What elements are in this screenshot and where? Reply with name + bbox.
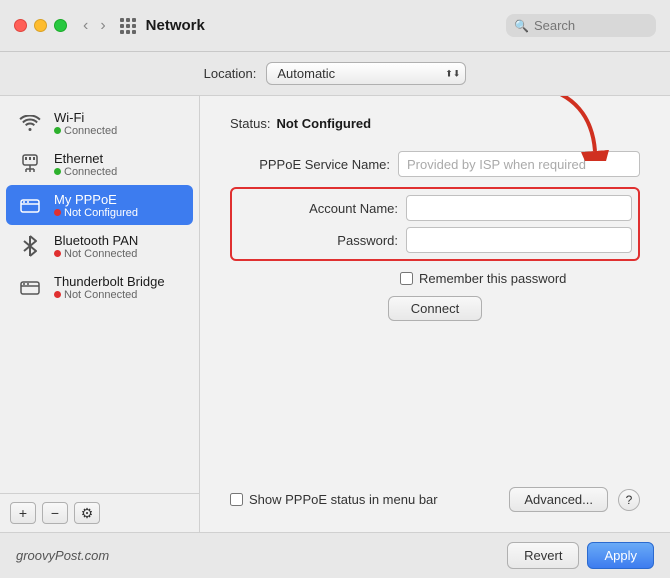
sidebar: Wi-Fi Connected bbox=[0, 96, 200, 532]
sidebar-footer: + − ⚙ bbox=[0, 493, 199, 532]
search-bar[interactable]: 🔍 bbox=[506, 14, 656, 37]
ethernet-text: Ethernet Connected bbox=[54, 151, 117, 178]
wifi-name: Wi-Fi bbox=[54, 110, 117, 125]
detail-panel: Status: Not Configured PPPoE Service Nam… bbox=[200, 96, 670, 532]
thunderbolt-icon bbox=[16, 273, 44, 301]
password-input[interactable] bbox=[406, 227, 632, 253]
sidebar-item-pppoe[interactable]: My PPPoE Not Configured bbox=[6, 185, 193, 225]
thunderbolt-status-dot bbox=[54, 291, 61, 298]
location-bar: Location: Automatic Edit Locations... bbox=[0, 52, 670, 96]
bottom-row: Show PPPoE status in menu bar Advanced..… bbox=[230, 487, 640, 512]
show-pppoe-label: Show PPPoE status in menu bar bbox=[249, 492, 438, 507]
sidebar-item-wifi[interactable]: Wi-Fi Connected bbox=[6, 103, 193, 143]
thunderbolt-name: Thunderbolt Bridge bbox=[54, 274, 165, 289]
location-wrapper[interactable]: Automatic Edit Locations... bbox=[266, 62, 466, 85]
ethernet-status-dot bbox=[54, 168, 61, 175]
pppoe-status: Not Configured bbox=[54, 207, 138, 219]
main-content: Wi-Fi Connected bbox=[0, 96, 670, 532]
location-select[interactable]: Automatic Edit Locations... bbox=[266, 62, 466, 85]
connect-button-row: Connect bbox=[230, 296, 640, 321]
pppoe-service-row: PPPoE Service Name: bbox=[230, 151, 640, 177]
wifi-status-dot bbox=[54, 127, 61, 134]
pppoe-text: My PPPoE Not Configured bbox=[54, 192, 138, 219]
location-label: Location: bbox=[204, 66, 257, 81]
sidebar-list: Wi-Fi Connected bbox=[0, 96, 199, 493]
account-name-input[interactable] bbox=[406, 195, 632, 221]
wifi-icon bbox=[16, 109, 44, 137]
remove-network-button[interactable]: − bbox=[42, 502, 68, 524]
pppoe-service-input[interactable] bbox=[398, 151, 640, 177]
window-title: Network bbox=[146, 17, 506, 34]
remember-password-row: Remember this password bbox=[400, 271, 640, 286]
ethernet-status: Connected bbox=[54, 166, 117, 178]
show-pppoe-checkbox[interactable] bbox=[230, 493, 243, 506]
add-network-button[interactable]: + bbox=[10, 502, 36, 524]
thunderbolt-status: Not Connected bbox=[54, 289, 165, 301]
status-label: Status: bbox=[230, 116, 270, 131]
footer: groovyPost.com Revert Apply bbox=[0, 532, 670, 578]
wifi-status: Connected bbox=[54, 125, 117, 137]
show-pppoe-row: Show PPPoE status in menu bar bbox=[230, 492, 499, 507]
traffic-lights bbox=[14, 19, 67, 32]
status-value: Not Configured bbox=[276, 116, 371, 131]
sidebar-item-ethernet[interactable]: Ethernet Connected bbox=[6, 144, 193, 184]
password-row: Password: bbox=[238, 227, 632, 253]
advanced-button[interactable]: Advanced... bbox=[509, 487, 608, 512]
credentials-group: Account Name: Password: bbox=[230, 187, 640, 261]
remember-password-label: Remember this password bbox=[419, 271, 566, 286]
connect-button[interactable]: Connect bbox=[388, 296, 482, 321]
account-name-row: Account Name: bbox=[238, 195, 632, 221]
minimize-button[interactable] bbox=[34, 19, 47, 32]
search-input[interactable] bbox=[534, 18, 648, 33]
thunderbolt-text: Thunderbolt Bridge Not Connected bbox=[54, 274, 165, 301]
bluetooth-pan-status-dot bbox=[54, 250, 61, 257]
maximize-button[interactable] bbox=[54, 19, 67, 32]
ethernet-icon bbox=[16, 150, 44, 178]
titlebar: ‹ › Network 🔍 bbox=[0, 0, 670, 52]
apps-grid-icon[interactable] bbox=[120, 18, 136, 34]
bluetooth-pan-status: Not Connected bbox=[54, 248, 138, 260]
bluetooth-pan-name: Bluetooth PAN bbox=[54, 233, 138, 248]
ethernet-name: Ethernet bbox=[54, 151, 117, 166]
remember-password-checkbox[interactable] bbox=[400, 272, 413, 285]
bluetooth-pan-text: Bluetooth PAN Not Connected bbox=[54, 233, 138, 260]
settings-network-button[interactable]: ⚙ bbox=[74, 502, 100, 524]
wifi-text: Wi-Fi Connected bbox=[54, 110, 117, 137]
nav-arrows: ‹ › bbox=[79, 16, 110, 36]
search-icon: 🔍 bbox=[514, 19, 529, 33]
apply-button[interactable]: Apply bbox=[587, 542, 654, 569]
forward-button[interactable]: › bbox=[96, 16, 109, 36]
pppoe-service-container: PPPoE Service Name: bbox=[230, 151, 640, 187]
pppoe-service-label: PPPoE Service Name: bbox=[230, 157, 390, 172]
close-button[interactable] bbox=[14, 19, 27, 32]
password-label: Password: bbox=[238, 233, 398, 248]
revert-button[interactable]: Revert bbox=[507, 542, 579, 569]
brand-label: groovyPost.com bbox=[16, 548, 507, 563]
back-button[interactable]: ‹ bbox=[79, 16, 92, 36]
status-row: Status: Not Configured bbox=[230, 116, 640, 131]
pppoe-name: My PPPoE bbox=[54, 192, 138, 207]
pppoe-icon bbox=[16, 191, 44, 219]
footer-actions: Revert Apply bbox=[507, 542, 654, 569]
help-button[interactable]: ? bbox=[618, 489, 640, 511]
sidebar-item-bluetooth-pan[interactable]: Bluetooth PAN Not Connected bbox=[6, 226, 193, 266]
account-name-label: Account Name: bbox=[238, 201, 398, 216]
bluetooth-icon bbox=[16, 232, 44, 260]
sidebar-item-thunderbolt[interactable]: Thunderbolt Bridge Not Connected bbox=[6, 267, 193, 307]
pppoe-status-dot bbox=[54, 209, 61, 216]
